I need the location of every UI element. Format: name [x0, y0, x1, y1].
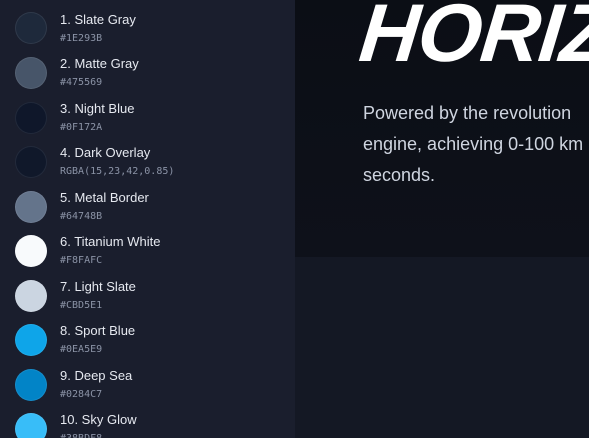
color-swatch — [15, 12, 47, 44]
color-swatch — [15, 280, 47, 312]
palette-item-value: #1E293B — [60, 33, 103, 44]
color-swatch — [15, 413, 47, 438]
palette-item-value: #38BDF8 — [60, 432, 102, 438]
hero-title: HORIZ — [355, 0, 589, 79]
palette-item-value: #0284C7 — [60, 389, 103, 400]
palette-item-metal-border[interactable]: 5. Metal Border #64748B — [0, 190, 295, 234]
palette-item-value: #CBD5E1 — [60, 300, 103, 311]
palette-item-dark-overlay[interactable]: 4. Dark Overlay RGBA(15,23,42,0.85) — [0, 145, 295, 189]
hero-description: Powered by the revolution engine, achiev… — [363, 98, 589, 191]
palette-item-label: 6. Titanium White — [60, 234, 161, 249]
hero-description-line: engine, achieving 0-100 km — [363, 134, 584, 154]
color-swatch — [15, 57, 47, 89]
hero-section: HORIZ Powered by the revolution engine, … — [295, 0, 589, 257]
palette-item-label: 9. Deep Sea — [60, 368, 133, 383]
color-swatch — [15, 146, 47, 178]
palette-item-light-slate[interactable]: 7. Light Slate #CBD5E1 — [0, 279, 295, 323]
palette-item-value: #64748B — [60, 211, 103, 222]
palette-item-value: #0F172A — [60, 122, 103, 133]
lower-section — [295, 257, 589, 438]
palette-item-label: 4. Dark Overlay — [60, 145, 151, 160]
palette-item-titanium-white[interactable]: 6. Titanium White #F8FAFC — [0, 234, 295, 278]
color-swatch — [15, 191, 47, 223]
palette-item-label: 3. Night Blue — [60, 101, 135, 116]
color-swatch — [15, 369, 47, 401]
palette-item-label: 2. Matte Gray — [60, 56, 139, 71]
palette-item-value: #0EA5E9 — [60, 344, 103, 355]
palette-item-deep-sea[interactable]: 9. Deep Sea #0284C7 — [0, 368, 295, 412]
palette-item-matte-gray[interactable]: 2. Matte Gray #475569 — [0, 56, 295, 100]
color-swatch — [15, 324, 47, 356]
palette-item-sky-glow[interactable]: 10. Sky Glow #38BDF8 — [0, 412, 295, 438]
palette-item-label: 1. Slate Gray — [60, 12, 136, 27]
palette-item-value: #475569 — [60, 77, 103, 88]
palette-item-slate-gray[interactable]: 1. Slate Gray #1E293B — [0, 12, 295, 56]
palette-item-night-blue[interactable]: 3. Night Blue #0F172A — [0, 101, 295, 145]
palette-item-value: RGBA(15,23,42,0.85) — [60, 166, 175, 177]
palette-item-label: 10. Sky Glow — [60, 412, 137, 427]
palette-item-label: 8. Sport Blue — [60, 323, 136, 338]
color-swatch — [15, 235, 47, 267]
color-palette-panel: 1. Slate Gray #1E293B 2. Matte Gray #475… — [0, 0, 295, 438]
hero-preview-panel: HORIZ Powered by the revolution engine, … — [295, 0, 589, 438]
palette-item-label: 5. Metal Border — [60, 190, 149, 205]
hero-description-line: Powered by the revolution — [363, 103, 572, 123]
palette-item-label: 7. Light Slate — [60, 279, 136, 294]
color-swatch — [15, 102, 47, 134]
app-root: 1. Slate Gray #1E293B 2. Matte Gray #475… — [0, 0, 589, 438]
palette-item-value: #F8FAFC — [60, 255, 103, 266]
palette-item-sport-blue[interactable]: 8. Sport Blue #0EA5E9 — [0, 323, 295, 367]
hero-description-line: seconds. — [363, 165, 436, 185]
